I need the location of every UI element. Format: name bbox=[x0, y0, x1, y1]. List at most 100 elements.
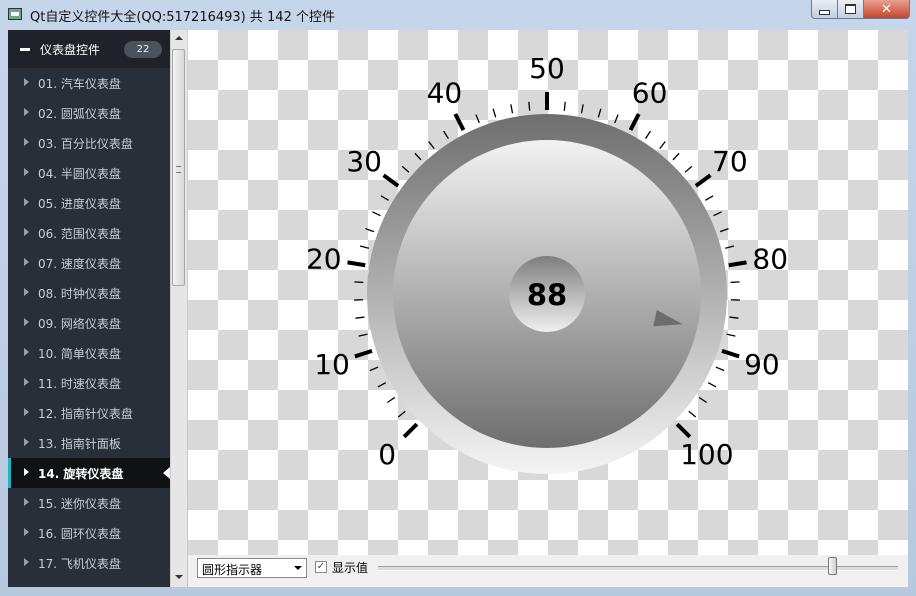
expand-arrow-icon bbox=[24, 438, 29, 446]
scale-label: 40 bbox=[427, 77, 463, 110]
expand-arrow-icon bbox=[24, 108, 29, 116]
major-tick bbox=[354, 348, 373, 359]
sidebar-item[interactable]: 03. 百分比仪表盘 bbox=[8, 128, 170, 158]
scale-label: 70 bbox=[712, 145, 748, 178]
value-slider-handle[interactable] bbox=[827, 557, 837, 575]
scale-label: 100 bbox=[680, 438, 733, 471]
expand-arrow-icon bbox=[24, 168, 29, 176]
minor-tick bbox=[528, 101, 531, 111]
expand-arrow-icon bbox=[24, 228, 29, 236]
expand-arrow-icon bbox=[24, 258, 29, 266]
minor-tick bbox=[563, 101, 566, 111]
minor-tick bbox=[380, 195, 389, 201]
scrollbar-thumb[interactable] bbox=[172, 49, 185, 286]
major-tick bbox=[694, 173, 712, 188]
minor-tick bbox=[729, 316, 739, 319]
sidebar-item-label: 05. 进度仪表盘 bbox=[38, 197, 121, 211]
bottom-toolbar: 圆形指示器 ✓ 显示值 bbox=[188, 555, 908, 587]
selected-pointer-icon bbox=[163, 467, 170, 479]
grip-icon bbox=[176, 166, 181, 173]
minimize-icon bbox=[819, 9, 830, 15]
indicator-style-select[interactable]: 圆形指示器 bbox=[197, 558, 307, 578]
scale-label: 90 bbox=[744, 348, 780, 381]
show-value-label: 显示值 bbox=[332, 561, 369, 575]
sidebar-item[interactable]: 06. 范围仪表盘 bbox=[8, 218, 170, 248]
value-slider-track[interactable] bbox=[378, 566, 898, 571]
minor-tick bbox=[387, 396, 396, 404]
sidebar-item[interactable]: 07. 速度仪表盘 bbox=[8, 248, 170, 278]
expand-arrow-icon bbox=[24, 558, 29, 566]
sidebar-item[interactable]: 01. 汽车仪表盘 bbox=[8, 68, 170, 98]
sidebar-item-label: 12. 指南针仪表盘 bbox=[38, 407, 133, 421]
indicator-style-value: 圆形指示器 bbox=[202, 563, 263, 577]
sidebar-item-label: 04. 半圆仪表盘 bbox=[38, 167, 121, 181]
minor-tick bbox=[659, 141, 666, 150]
scale-label: 20 bbox=[306, 243, 342, 276]
sidebar-item[interactable]: 10. 简单仪表盘 bbox=[8, 338, 170, 368]
minor-tick bbox=[688, 410, 697, 418]
minor-tick bbox=[358, 333, 368, 337]
sidebar-item-label: 08. 时钟仪表盘 bbox=[38, 287, 121, 301]
minor-tick bbox=[597, 108, 602, 118]
scale-label: 30 bbox=[346, 145, 382, 178]
minimize-button[interactable] bbox=[811, 0, 838, 19]
minor-tick bbox=[726, 333, 736, 337]
sidebar-item-label: 10. 简单仪表盘 bbox=[38, 347, 121, 361]
major-tick bbox=[347, 260, 366, 268]
sidebar-item-label: 15. 迷你仪表盘 bbox=[38, 497, 121, 511]
scroll-up-arrow-icon[interactable] bbox=[175, 36, 183, 40]
scroll-down-arrow-icon[interactable] bbox=[175, 575, 183, 579]
sidebar-item-label: 17. 飞机仪表盘 bbox=[38, 557, 121, 571]
show-value-checkbox[interactable]: ✓ bbox=[315, 561, 327, 573]
sidebar-item[interactable]: 13. 指南针面板 bbox=[8, 428, 170, 458]
minor-tick bbox=[705, 195, 714, 201]
sidebar-group-header[interactable]: 仪表盘控件 22 bbox=[8, 30, 170, 68]
sidebar-nav: 仪表盘控件 22 01. 汽车仪表盘 02. 圆弧仪表盘 03. 百分比仪表盘 04.… bbox=[8, 30, 170, 587]
close-icon: ✕ bbox=[881, 1, 892, 17]
sidebar-scrollbar[interactable] bbox=[170, 30, 187, 587]
expand-arrow-icon bbox=[24, 78, 29, 86]
minor-tick bbox=[715, 366, 725, 372]
check-icon: ✓ bbox=[316, 561, 326, 572]
minor-tick bbox=[428, 141, 435, 150]
sidebar-item[interactable]: 11. 时速仪表盘 bbox=[8, 368, 170, 398]
window-controls: ✕ bbox=[811, 0, 910, 19]
minor-tick bbox=[510, 104, 514, 114]
sidebar-item[interactable]: 09. 网络仪表盘 bbox=[8, 308, 170, 338]
major-tick bbox=[675, 422, 692, 439]
minor-tick bbox=[401, 165, 410, 173]
minor-tick bbox=[730, 281, 740, 284]
minor-tick bbox=[614, 114, 619, 124]
sidebar-item[interactable]: 02. 圆弧仪表盘 bbox=[8, 98, 170, 128]
sidebar-item[interactable]: 15. 迷你仪表盘 bbox=[8, 488, 170, 518]
minor-tick bbox=[414, 152, 422, 161]
sidebar-item[interactable]: 05. 进度仪表盘 bbox=[8, 188, 170, 218]
expand-arrow-icon bbox=[24, 198, 29, 206]
major-tick bbox=[721, 348, 740, 359]
expand-arrow-icon bbox=[24, 378, 29, 386]
sidebar-item[interactable]: 17. 飞机仪表盘 bbox=[8, 548, 170, 578]
title-bar: Qt自定义控件大全(QQ:517216493) 共 142 个控件 ✕ bbox=[0, 0, 916, 30]
sidebar-item[interactable]: 16. 圆环仪表盘 bbox=[8, 518, 170, 548]
minor-tick bbox=[443, 130, 449, 139]
sidebar-item-label: 01. 汽车仪表盘 bbox=[38, 77, 121, 91]
sidebar-group-label: 仪表盘控件 bbox=[40, 43, 101, 57]
rotate-gauge[interactable]: 0 10 20 30 40 50 60 70 80 90 100 88 bbox=[188, 30, 908, 555]
minor-tick bbox=[355, 316, 365, 319]
close-button[interactable]: ✕ bbox=[864, 0, 910, 19]
expand-arrow-icon bbox=[24, 528, 29, 536]
sidebar-item[interactable]: 04. 半圆仪表盘 bbox=[8, 158, 170, 188]
sidebar-item[interactable]: 12. 指南针仪表盘 bbox=[8, 398, 170, 428]
expand-arrow-icon bbox=[24, 498, 29, 506]
minor-tick bbox=[707, 382, 717, 388]
major-tick bbox=[628, 113, 641, 131]
sidebar-item[interactable]: 14. 旋转仪表盘 bbox=[8, 458, 170, 488]
sidebar-item[interactable]: 08. 时钟仪表盘 bbox=[8, 278, 170, 308]
minor-tick bbox=[672, 152, 680, 161]
minor-tick bbox=[377, 382, 387, 388]
scale-label: 60 bbox=[632, 77, 668, 110]
minor-tick bbox=[359, 245, 369, 249]
maximize-button[interactable] bbox=[838, 0, 864, 19]
minor-tick bbox=[684, 165, 693, 173]
major-tick bbox=[453, 113, 466, 131]
